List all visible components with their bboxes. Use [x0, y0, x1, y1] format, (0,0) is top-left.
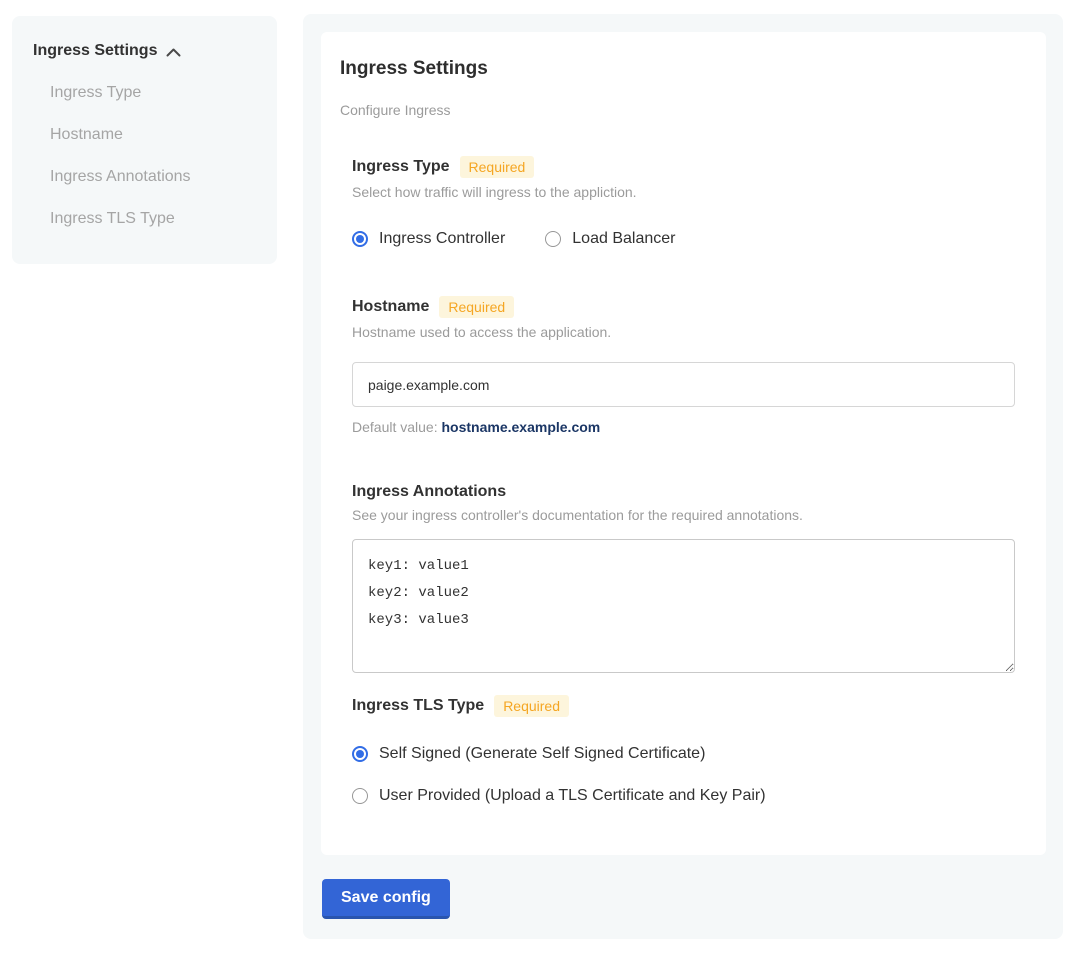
radio-selected-icon[interactable] — [352, 231, 368, 247]
sidebar-item-ingress-type[interactable]: Ingress Type — [50, 84, 259, 102]
hostname-label: Hostname — [352, 298, 429, 316]
radio-option-self-signed[interactable]: Self Signed (Generate Self Signed Certif… — [352, 745, 1015, 763]
ingress-tls-type-label: Ingress TLS Type — [352, 697, 484, 715]
radio-option-label[interactable]: Ingress Controller — [379, 230, 505, 248]
config-nav-sidebar: Ingress Settings Ingress Type Hostname I… — [12, 16, 277, 264]
hostname-help: Hostname used to access the application. — [352, 324, 1015, 340]
sidebar-group-label: Ingress Settings — [33, 42, 157, 60]
sidebar-item-ingress-tls-type[interactable]: Ingress TLS Type — [50, 210, 259, 228]
default-value-text: hostname.example.com — [442, 419, 601, 435]
default-value-label: Default value: — [352, 419, 442, 435]
required-badge: Required — [460, 156, 535, 178]
section-ingress-tls-type: Ingress TLS Type Required Self Signed (G… — [352, 695, 1015, 805]
ingress-type-radio-group: Ingress Controller Load Balancer — [352, 230, 1015, 248]
sidebar-item-list: Ingress Type Hostname Ingress Annotation… — [33, 84, 259, 228]
ingress-annotations-help: See your ingress controller's documentat… — [352, 507, 1015, 523]
ingress-type-help: Select how traffic will ingress to the a… — [352, 184, 1015, 200]
save-config-button[interactable]: Save config — [322, 879, 450, 919]
hostname-default-line: Default value: hostname.example.com — [352, 419, 1015, 435]
chevron-up-icon — [165, 47, 182, 58]
radio-option-label[interactable]: Load Balancer — [572, 230, 675, 248]
ingress-settings-card: Ingress Settings Configure Ingress Ingre… — [321, 32, 1046, 855]
radio-selected-icon[interactable] — [352, 746, 368, 762]
required-badge: Required — [439, 296, 514, 318]
radio-unselected-icon[interactable] — [545, 231, 561, 247]
section-hostname: Hostname Required Hostname used to acces… — [352, 296, 1015, 435]
hostname-input[interactable] — [352, 362, 1015, 407]
config-panel: Ingress Settings Configure Ingress Ingre… — [303, 14, 1063, 939]
radio-option-ingress-controller[interactable]: Ingress Controller — [352, 230, 505, 248]
radio-option-label[interactable]: Self Signed (Generate Self Signed Certif… — [379, 745, 705, 763]
radio-option-user-provided[interactable]: User Provided (Upload a TLS Certificate … — [352, 787, 1015, 805]
config-page: Ingress Settings Ingress Type Hostname I… — [0, 0, 1090, 969]
sidebar-item-ingress-annotations[interactable]: Ingress Annotations — [50, 168, 259, 186]
sidebar-item-hostname[interactable]: Hostname — [50, 126, 259, 144]
sidebar-group-ingress-settings[interactable]: Ingress Settings — [33, 42, 259, 60]
ingress-tls-radio-group: Self Signed (Generate Self Signed Certif… — [352, 745, 1015, 805]
ingress-type-label: Ingress Type — [352, 158, 450, 176]
section-ingress-type: Ingress Type Required Select how traffic… — [352, 156, 1015, 248]
card-title: Ingress Settings — [340, 58, 1027, 80]
ingress-annotations-label: Ingress Annotations — [352, 483, 506, 501]
required-badge: Required — [494, 695, 569, 717]
radio-option-label[interactable]: User Provided (Upload a TLS Certificate … — [379, 787, 766, 805]
form-sections: Ingress Type Required Select how traffic… — [352, 156, 1015, 805]
ingress-annotations-textarea[interactable]: key1: value1 key2: value2 key3: value3 — [352, 539, 1015, 673]
radio-unselected-icon[interactable] — [352, 788, 368, 804]
card-subtitle: Configure Ingress — [340, 102, 1027, 118]
section-ingress-annotations: Ingress Annotations See your ingress con… — [352, 483, 1015, 673]
radio-option-load-balancer[interactable]: Load Balancer — [545, 230, 675, 248]
